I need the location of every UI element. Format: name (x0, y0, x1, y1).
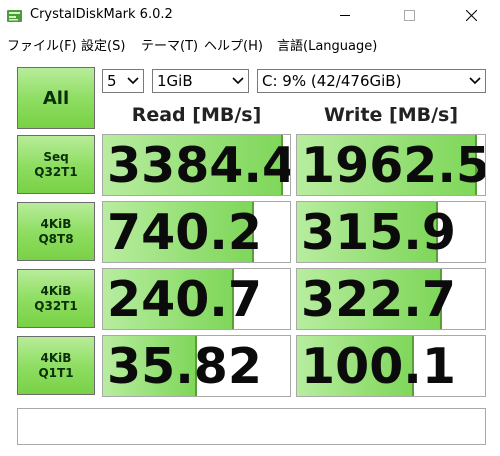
test-label-line1: 4KiB (40, 283, 72, 298)
read-result-4kib-q1t1: 35.82 (102, 335, 291, 397)
write-result-4kib-q1t1: 100.1 (296, 335, 486, 397)
test-label-line2: Q32T1 (34, 298, 78, 313)
test-button-4kib-q32t1[interactable]: 4KiB Q32T1 (17, 269, 95, 328)
test-label-line2: Q1T1 (38, 365, 74, 380)
write-value: 1962.5 (301, 137, 486, 194)
test-label-line1: 4KiB (40, 350, 72, 365)
test-button-seq-q32t1[interactable]: Seq Q32T1 (17, 135, 95, 194)
main-panel: All 5 1GiB C: 9% (42/476GiB) Read [MB/s]… (8, 58, 492, 450)
write-result-4kib-q8t8: 315.9 (296, 201, 486, 263)
test-count-select[interactable]: 5 (102, 69, 144, 93)
all-button-label: All (42, 87, 70, 109)
test-label-line1: 4KiB (40, 216, 72, 231)
write-header: Write [MB/s] (323, 104, 459, 126)
chevron-down-icon (232, 77, 244, 85)
read-value: 740.2 (107, 204, 262, 261)
test-size-value: 1GiB (157, 72, 193, 90)
read-value: 3384.4 (107, 137, 291, 194)
drive-select[interactable]: C: 9% (42/476GiB) (257, 69, 486, 93)
read-result-seq-q32t1: 3384.4 (102, 134, 291, 196)
test-count-value: 5 (107, 72, 117, 90)
menu-bar: ファイル(F) 設定(S) テーマ(T) ヘルプ(H) 言語(Language) (0, 33, 500, 54)
write-value: 315.9 (301, 204, 456, 261)
test-button-4kib-q1t1[interactable]: 4KiB Q1T1 (17, 336, 95, 395)
write-result-4kib-q32t1: 322.7 (296, 268, 486, 330)
drive-value: C: 9% (42/476GiB) (262, 72, 402, 90)
write-result-seq-q32t1: 1962.5 (296, 134, 486, 196)
menu-help[interactable]: ヘルプ(H) (204, 35, 263, 54)
menu-settings[interactable]: 設定(S) (81, 35, 125, 54)
menu-theme[interactable]: テーマ(T) (141, 35, 198, 54)
title-bar: CrystalDiskMark 6.0.2 (0, 0, 500, 31)
close-icon (465, 10, 477, 21)
window-title: CrystalDiskMark 6.0.2 (30, 7, 173, 22)
write-value: 100.1 (301, 338, 456, 395)
all-button[interactable]: All (17, 67, 95, 129)
menu-file[interactable]: ファイル(F) (7, 35, 77, 54)
test-label-line2: Q32T1 (34, 164, 78, 179)
test-size-select[interactable]: 1GiB (152, 69, 249, 93)
comment-box[interactable] (17, 408, 486, 445)
menu-language[interactable]: 言語(Language) (277, 35, 377, 54)
chevron-down-icon (127, 77, 139, 85)
read-value: 35.82 (107, 338, 262, 395)
maximize-icon (403, 10, 415, 21)
test-label-line1: Seq (43, 149, 69, 164)
test-label-line2: Q8T8 (38, 231, 74, 246)
maximize-button[interactable] (386, 0, 432, 31)
write-value: 322.7 (301, 271, 456, 328)
minimize-icon (339, 15, 350, 16)
read-value: 240.7 (107, 271, 262, 328)
read-result-4kib-q32t1: 240.7 (102, 268, 291, 330)
close-button[interactable] (448, 0, 494, 31)
app-icon (7, 10, 22, 22)
read-header: Read [MB/s] (131, 104, 262, 126)
minimize-button[interactable] (322, 0, 368, 31)
test-button-4kib-q8t8[interactable]: 4KiB Q8T8 (17, 202, 95, 261)
read-result-4kib-q8t8: 740.2 (102, 201, 291, 263)
chevron-down-icon (469, 77, 481, 85)
